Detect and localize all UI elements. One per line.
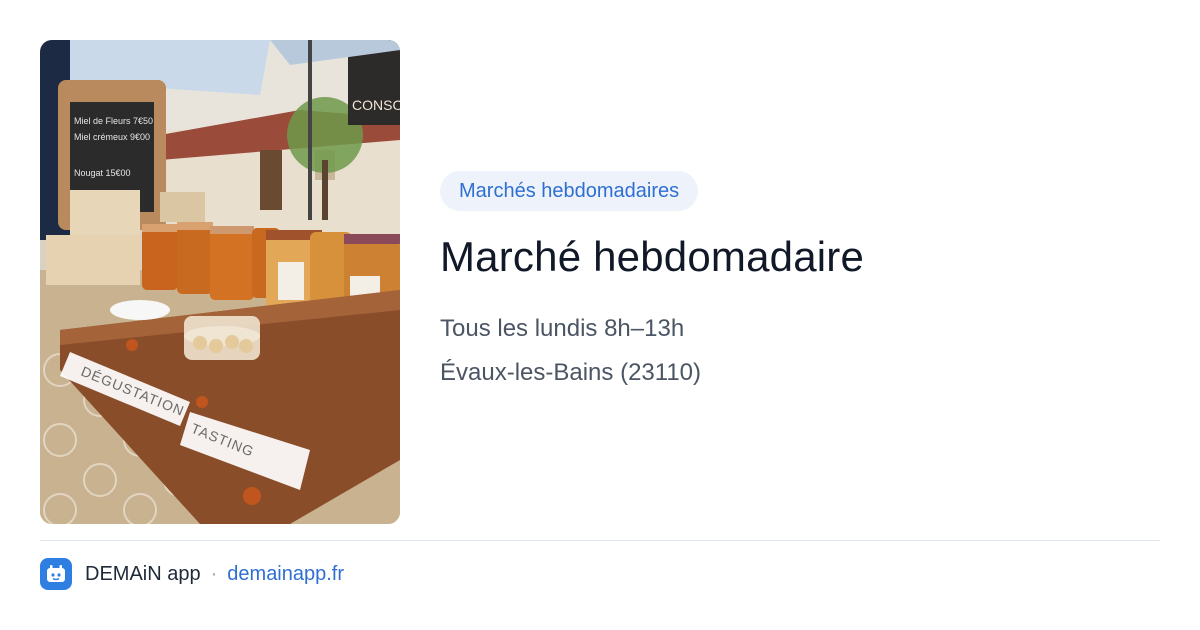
event-location: Évaux-les-Bains (23110) [440,359,702,386]
market-photo: CONSOM Miel de Fleurs 7€50 Miel crémeux … [40,40,400,524]
sign-text: CONSOM [352,97,400,113]
event-details: Marchés hebdomadaires Marché hebdomadair… [440,171,1160,395]
event-schedule: Tous les lundis 8h–13h [440,315,685,342]
app-url-link[interactable]: demainapp.fr [227,563,344,586]
app-name: DEMAiN app [85,562,201,585]
board-line-3: Nougat 15€00 [74,168,131,178]
footer-separator: · [210,562,218,585]
divider [40,540,1160,541]
link-preview-card[interactable]: CONSOM Miel de Fleurs 7€50 Miel crémeux … [0,0,1200,630]
event-title: Marché hebdomadaire [440,233,865,280]
category-badge[interactable]: Marchés hebdomadaires [440,171,699,211]
board-line-2: Miel crémeux 9€00 [74,132,150,142]
event-meta: Tous les lundis 8h–13h Évaux-les-Bains (… [440,307,1160,395]
app-logo-icon [40,558,72,590]
footer: DEMAiN app · demainapp.fr [40,558,344,590]
board-line-1: Miel de Fleurs 7€50 [74,116,153,126]
